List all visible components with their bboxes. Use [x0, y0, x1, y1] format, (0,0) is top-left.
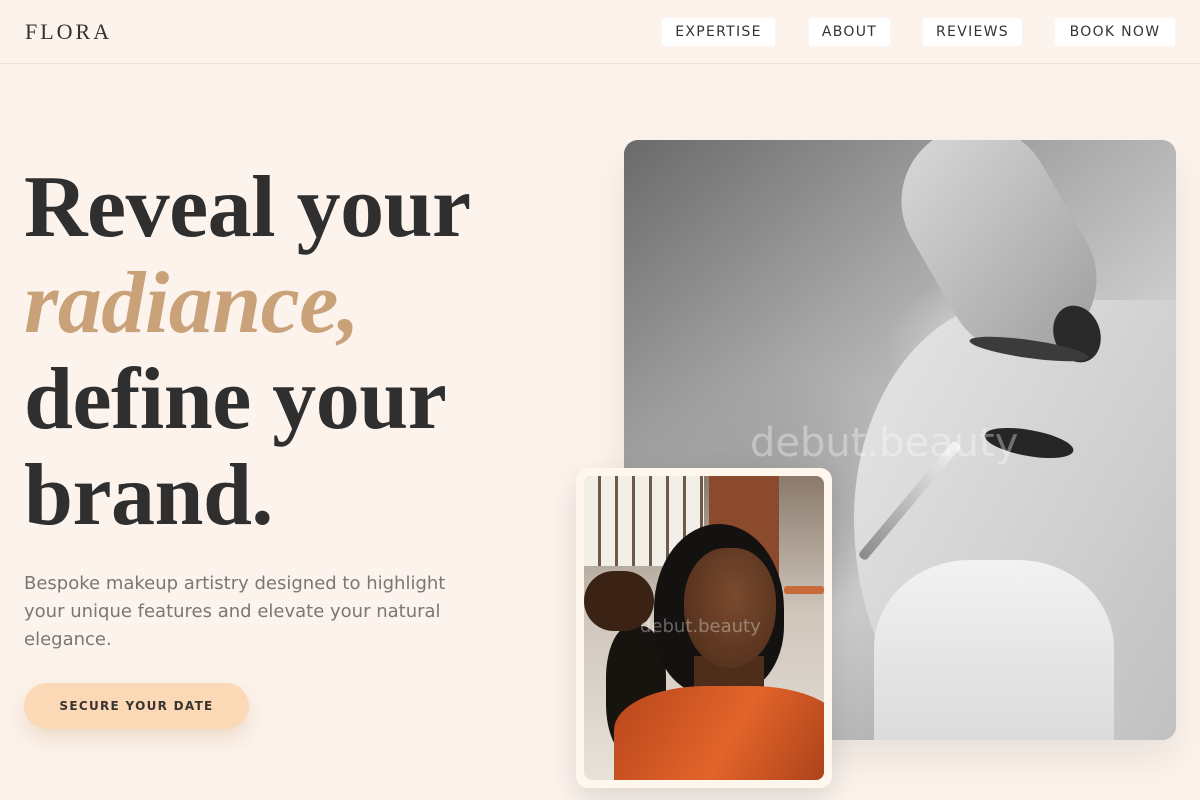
headline-line-3: define your [24, 351, 447, 448]
headline-line-1: Reveal your [24, 159, 471, 256]
small-photo-watermark: debut.beauty [640, 616, 761, 637]
photo-orange-robe [614, 686, 824, 780]
client-photo-card: debut.beauty [576, 468, 832, 788]
secure-date-button[interactable]: SECURE YOUR DATE [24, 683, 249, 729]
nav-link-book-now[interactable]: BOOK NOW [1055, 18, 1175, 46]
photo-client-face [684, 548, 776, 668]
headline-line-4: brand. [24, 447, 273, 544]
hero-headline: Reveal your radiance, define your brand. [24, 160, 584, 544]
main-photo-watermark: debut.beauty [750, 420, 1019, 466]
nav-link-reviews[interactable]: REVIEWS [923, 18, 1022, 46]
nav-link-expertise[interactable]: EXPERTISE [662, 18, 775, 46]
nav-link-about[interactable]: ABOUT [809, 18, 890, 46]
photo-hand [874, 560, 1114, 740]
site-header: FLORA EXPERTISE ABOUT REVIEWS BOOK NOW [0, 0, 1200, 64]
hero-subtext: Bespoke makeup artistry designed to high… [24, 573, 446, 650]
photo-makeup-brush [784, 586, 824, 594]
client-portrait-photo: debut.beauty [584, 476, 824, 780]
headline-accent: radiance, [24, 255, 360, 352]
main-nav: EXPERTISE ABOUT REVIEWS BOOK NOW [0, 18, 1200, 46]
